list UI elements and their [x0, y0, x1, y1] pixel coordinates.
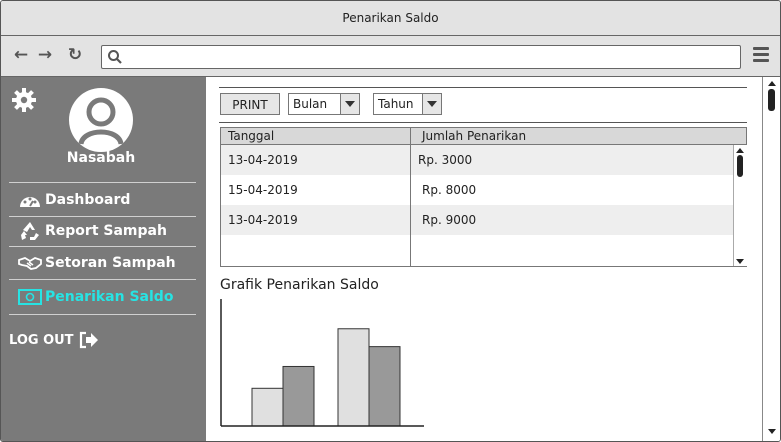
divider: [9, 246, 196, 247]
username-label: Nasabah: [66, 150, 136, 166]
page-scrollbar[interactable]: [762, 77, 780, 441]
divider: [9, 314, 196, 315]
table-cell-date: 13-04-2019: [228, 153, 298, 167]
search-icon: [108, 50, 122, 64]
scroll-up-icon[interactable]: [764, 79, 780, 87]
recycle-icon: [17, 221, 43, 241]
scroll-down-icon[interactable]: [764, 427, 780, 435]
column-header-amount: Jumlah Penarikan: [422, 129, 527, 143]
chart-title: Grafik Penarikan Saldo: [220, 277, 379, 293]
sidebar-item-label: Setoran Sampah: [45, 255, 176, 271]
title-bar: Penarikan Saldo: [1, 1, 780, 36]
table-row[interactable]: 13-04-2019 Rp. 3000: [221, 145, 733, 175]
bar-group1-series2: [282, 365, 315, 427]
withdrawal-table: Tanggal Jumlah Penarikan 13-04-2019 Rp. …: [220, 127, 747, 267]
month-select-value: Bulan: [293, 97, 328, 111]
sidebar-item-label: Report Sampah: [45, 223, 167, 239]
table-cell-amount: Rp. 3000: [418, 153, 473, 167]
main-content: PRINT Bulan Tahun Tanggal Jumlah Penarik…: [206, 77, 762, 441]
sidebar: Nasabah Dashboard Report Sampah Setoran …: [1, 77, 206, 441]
logout-label: LOG OUT: [9, 332, 74, 348]
column-divider: [410, 128, 411, 266]
table-cell-date: 13-04-2019: [228, 213, 298, 227]
bar-group1-series1: [251, 387, 284, 427]
table-row[interactable]: 13-04-2019 Rp. 9000: [221, 205, 733, 235]
sidebar-item-dashboard[interactable]: Dashboard: [17, 189, 130, 211]
year-select-value: Tahun: [378, 97, 414, 111]
table-scrollbar[interactable]: [733, 145, 747, 266]
reload-icon[interactable]: ↻: [65, 45, 85, 65]
user-icon: [78, 97, 124, 145]
table-header: Tanggal Jumlah Penarikan: [221, 128, 746, 145]
divider: [219, 87, 747, 88]
bar-group2-series1: [337, 328, 370, 427]
divider: [9, 182, 196, 183]
print-button[interactable]: PRINT: [220, 93, 280, 115]
back-arrow-icon[interactable]: ←: [11, 45, 31, 65]
scroll-up-icon[interactable]: [734, 146, 746, 154]
sidebar-item-setoran-sampah[interactable]: Setoran Sampah: [17, 252, 176, 274]
column-header-date: Tanggal: [228, 129, 275, 143]
scroll-down-icon[interactable]: [734, 257, 746, 265]
browser-nav-bar: ← → ↻: [1, 36, 780, 77]
table-cell-amount: Rp. 8000: [422, 183, 477, 197]
bar-chart: [220, 299, 424, 427]
divider: [9, 279, 196, 280]
handshake-icon: [17, 253, 43, 273]
chevron-down-icon: [340, 94, 359, 114]
avatar: [69, 88, 133, 152]
gear-icon[interactable]: [11, 87, 37, 113]
bar-group2-series2: [368, 346, 401, 427]
sidebar-item-report-sampah[interactable]: Report Sampah: [17, 220, 167, 242]
divider: [219, 122, 747, 123]
logout-icon: [79, 331, 98, 349]
forward-arrow-icon[interactable]: →: [35, 45, 55, 65]
chevron-down-icon: [422, 94, 441, 114]
window-title: Penarikan Saldo: [342, 11, 439, 25]
dashboard-gauge-icon: [17, 190, 43, 210]
table-row[interactable]: 15-04-2019 Rp. 8000: [221, 175, 733, 205]
hamburger-menu-icon[interactable]: [753, 47, 769, 63]
month-select[interactable]: Bulan: [288, 93, 360, 115]
table-cell-date: 15-04-2019: [228, 183, 298, 197]
divider: [9, 216, 196, 217]
sidebar-item-penarikan-saldo[interactable]: Penarikan Saldo: [17, 286, 173, 308]
money-icon: [17, 287, 43, 307]
browser-window: Penarikan Saldo ← → ↻ Nasabah Dashboard …: [0, 0, 781, 442]
year-select[interactable]: Tahun: [373, 93, 442, 115]
logout-button[interactable]: LOG OUT: [9, 331, 100, 349]
sidebar-item-label: Dashboard: [45, 192, 131, 208]
sidebar-item-label: Penarikan Saldo: [45, 289, 174, 305]
table-cell-amount: Rp. 9000: [422, 213, 477, 227]
url-bar[interactable]: [101, 45, 741, 69]
table-scrollbar-thumb[interactable]: [737, 155, 743, 177]
page-scrollbar-thumb[interactable]: [768, 89, 775, 111]
